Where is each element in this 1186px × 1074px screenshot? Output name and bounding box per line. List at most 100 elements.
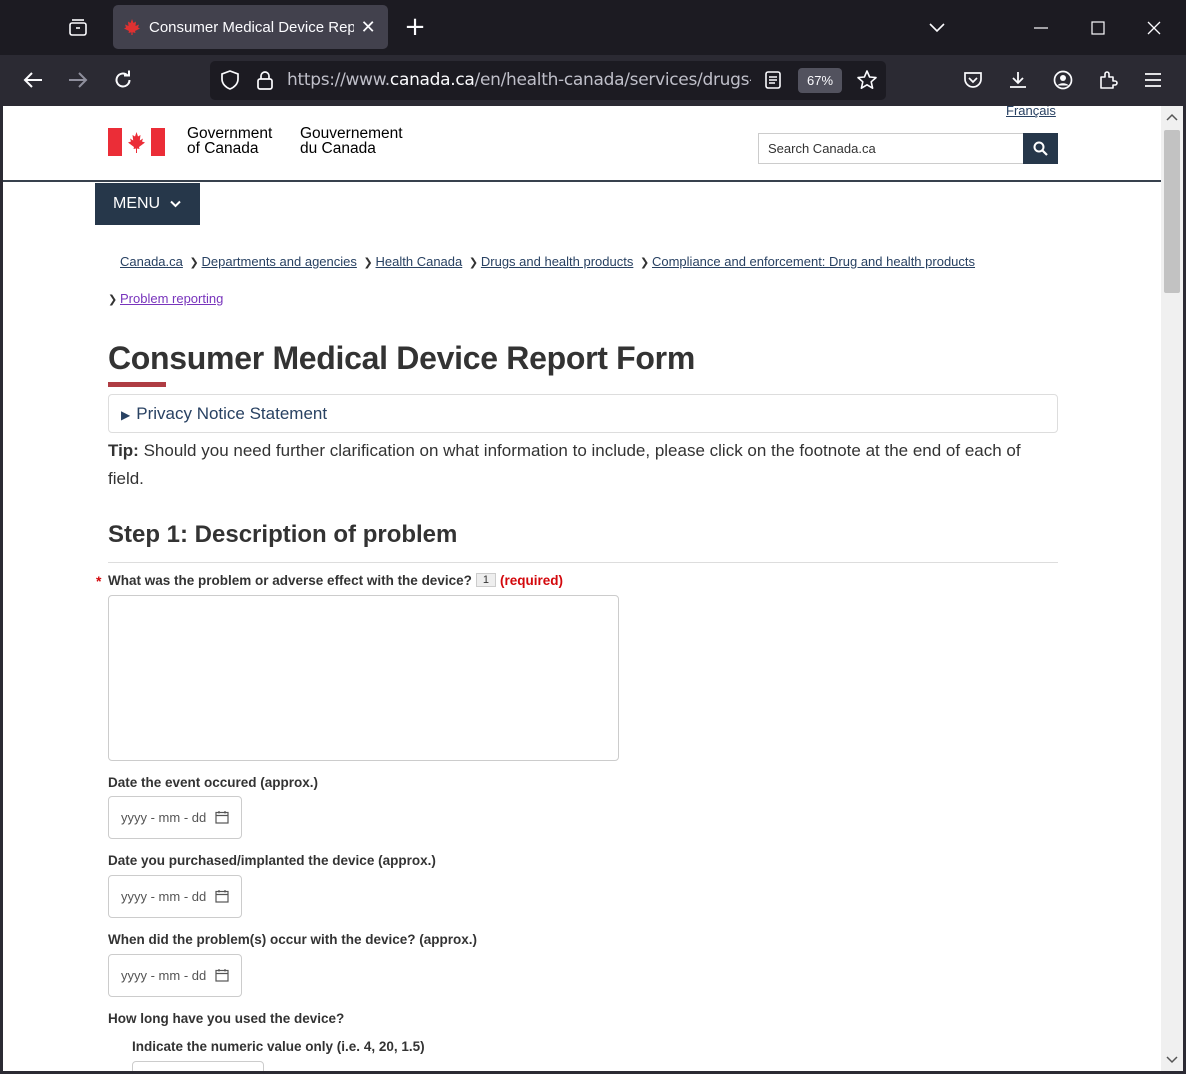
- page-title: Consumer Medical Device Report Form: [108, 340, 695, 376]
- section-divider: [108, 562, 1058, 563]
- reader-view-icon[interactable]: [764, 70, 782, 95]
- breadcrumb-item[interactable]: Canada.ca: [108, 244, 183, 279]
- search-icon: [1033, 141, 1048, 156]
- problem-description-textarea[interactable]: [108, 595, 619, 761]
- problem-date-input[interactable]: yyyy - mm - dd: [108, 954, 242, 997]
- main-menu-button[interactable]: MENU: [95, 183, 200, 225]
- signature-en-line2: of Canada: [187, 140, 259, 157]
- chevron-right-icon: ❯: [363, 257, 373, 269]
- close-icon[interactable]: ✕: [358, 17, 378, 38]
- url-host: canada.ca: [389, 70, 475, 90]
- calendar-icon[interactable]: [215, 968, 229, 982]
- tip-label: Tip:: [108, 441, 139, 460]
- tip-text: Should you need further clarification on…: [108, 441, 1021, 488]
- page-viewport: Français Government of Canada Gouverneme…: [3, 106, 1161, 1071]
- window-close-icon[interactable]: [1140, 14, 1168, 42]
- tab-title: Consumer Medical Device Repo: [149, 18, 355, 36]
- privacy-notice-summary[interactable]: ▶ Privacy Notice Statement: [121, 404, 327, 424]
- maple-leaf-favicon: [123, 18, 141, 36]
- url-scheme: https://www.: [287, 70, 390, 90]
- step-1-heading: Step 1: Description of problem: [108, 521, 458, 548]
- url-path: /en/health-canada/services/drugs-heal: [474, 70, 751, 90]
- canada-flag-icon: [108, 128, 165, 156]
- privacy-notice-label: Privacy Notice Statement: [136, 404, 328, 423]
- account-icon[interactable]: [1049, 66, 1077, 94]
- required-indicator: (required): [499, 573, 563, 588]
- pocket-icon[interactable]: [959, 66, 987, 94]
- breadcrumb-item[interactable]: ❯ Departments and agencies: [190, 244, 357, 281]
- problem-label-text: What was the problem or adverse effect w…: [108, 573, 472, 588]
- required-asterisk: *: [96, 573, 102, 589]
- title-underline: [108, 382, 166, 387]
- problem-field-label: What was the problem or adverse effect w…: [108, 573, 563, 588]
- purchase-date-label: Date you purchased/implanted the device …: [108, 853, 436, 868]
- breadcrumb-item[interactable]: ❯ Compliance and enforcement: Drug and he…: [640, 244, 975, 281]
- plus-icon[interactable]: +: [402, 14, 428, 42]
- breadcrumb-item[interactable]: ❯ Drugs and health products: [469, 244, 633, 281]
- breadcrumb-link[interactable]: Canada.ca: [120, 254, 183, 269]
- tab-bar: Consumer Medical Device Repo ✕ +: [0, 0, 1186, 55]
- breadcrumb-item[interactable]: ❯ Problem reporting: [108, 281, 223, 318]
- calendar-icon[interactable]: [215, 889, 229, 903]
- minimize-icon[interactable]: [1027, 14, 1055, 42]
- maximize-icon[interactable]: [1084, 14, 1112, 42]
- breadcrumb: Canada.ca ❯ Departments and agencies ❯ Hea…: [108, 244, 1068, 318]
- site-search-input[interactable]: Search Canada.ca: [758, 133, 1024, 164]
- signature-en-line1: Government: [187, 125, 273, 142]
- chevron-right-icon: ❯: [468, 257, 479, 269]
- navigation-toolbar: https://www.canada.ca/en/health-canada/s…: [0, 55, 1186, 106]
- chevron-down-icon[interactable]: [923, 14, 951, 42]
- language-toggle-link[interactable]: Français: [1006, 106, 1056, 118]
- event-date-label: Date the event occured (approx.): [108, 775, 319, 790]
- date-placeholder: yyyy - mm - dd: [121, 810, 207, 825]
- scrollbar-thumb[interactable]: [1164, 130, 1180, 293]
- breadcrumb-link[interactable]: Drugs and health products: [481, 254, 633, 269]
- breadcrumb-link[interactable]: Compliance and enforcement: Drug and hea…: [652, 254, 975, 269]
- footnote-link[interactable]: 1: [475, 573, 496, 587]
- calendar-icon[interactable]: [215, 810, 229, 824]
- privacy-notice-details[interactable]: ▶ Privacy Notice Statement: [108, 394, 1058, 433]
- scroll-down-arrow-icon[interactable]: [1165, 1053, 1179, 1067]
- chevron-right-icon: ❯: [189, 257, 199, 269]
- duration-number-input[interactable]: [132, 1061, 264, 1071]
- tip-paragraph: Tip: Should you need further clarificati…: [108, 437, 1058, 493]
- vertical-scrollbar[interactable]: [1161, 106, 1183, 1071]
- url-text[interactable]: https://www.canada.ca/en/health-canada/s…: [287, 70, 751, 90]
- date-placeholder: yyyy - mm - dd: [121, 889, 207, 904]
- active-tab[interactable]: Consumer Medical Device Repo ✕: [113, 5, 388, 49]
- signature-french[interactable]: Gouvernement du Canada: [300, 125, 403, 157]
- breadcrumb-link[interactable]: Health Canada: [376, 254, 463, 269]
- zoom-level-button[interactable]: 67%: [798, 68, 842, 93]
- breadcrumb-link[interactable]: Problem reporting: [120, 291, 223, 306]
- tab-list-icon[interactable]: [64, 14, 92, 42]
- shield-icon[interactable]: [220, 70, 240, 95]
- scroll-up-arrow-icon[interactable]: [1165, 110, 1179, 124]
- extensions-icon[interactable]: [1094, 66, 1122, 94]
- duration-label: How long have you used the device?: [108, 1011, 345, 1026]
- breadcrumb-item[interactable]: ❯ Health Canada: [364, 244, 463, 281]
- problem-date-label: When did the problem(s) occur with the d…: [108, 932, 478, 947]
- lock-icon[interactable]: [256, 70, 274, 95]
- forward-icon[interactable]: [64, 66, 92, 94]
- download-icon[interactable]: [1004, 66, 1032, 94]
- star-icon[interactable]: [856, 69, 878, 96]
- disclosure-triangle-icon: ▶: [121, 408, 131, 422]
- duration-sub-label: Indicate the numeric value only (i.e. 4,…: [132, 1039, 425, 1054]
- reload-icon[interactable]: [109, 66, 137, 94]
- signature-fr-line1: Gouvernement: [300, 125, 403, 142]
- menu-label: MENU: [113, 195, 161, 212]
- breadcrumb-link[interactable]: Departments and agencies: [202, 254, 357, 269]
- chevron-right-icon: ❯: [639, 257, 650, 269]
- back-icon[interactable]: [19, 66, 47, 94]
- chevron-right-icon: ❯: [108, 294, 118, 306]
- chevron-down-icon: [170, 200, 181, 208]
- date-placeholder: yyyy - mm - dd: [121, 968, 207, 983]
- site-header: Français Government of Canada Gouverneme…: [3, 106, 1161, 182]
- url-bar[interactable]: https://www.canada.ca/en/health-canada/s…: [210, 61, 886, 100]
- signature-fr-line2: du Canada: [300, 140, 376, 157]
- signature-english[interactable]: Government of Canada: [187, 125, 273, 157]
- purchase-date-input[interactable]: yyyy - mm - dd: [108, 875, 242, 918]
- search-button[interactable]: [1023, 133, 1058, 164]
- event-date-input[interactable]: yyyy - mm - dd: [108, 796, 242, 839]
- menu-icon[interactable]: [1139, 66, 1167, 94]
